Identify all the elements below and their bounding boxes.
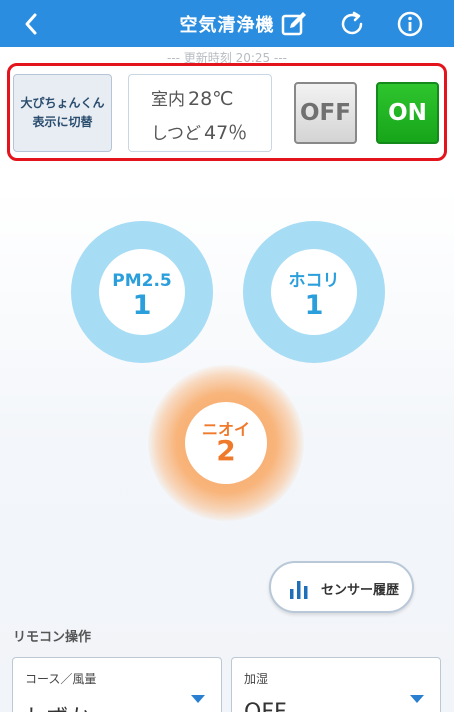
room-temperature: 室内 28℃ <box>151 85 234 110</box>
humidify-value: OFF <box>244 700 287 712</box>
room-humidity: しつど 47％ <box>151 118 247 145</box>
dust-label: ホコリ <box>288 271 340 291</box>
pm25-sensor: PM2.5 1 <box>71 221 213 363</box>
odor-value: 2 <box>216 434 236 467</box>
power-off-button[interactable]: OFF <box>294 82 357 144</box>
humidity-value: 47％ <box>203 122 248 144</box>
refresh-icon[interactable] <box>337 9 367 39</box>
chevron-down-icon <box>410 695 424 703</box>
environment-box: 室内 28℃ しつど 47％ <box>128 74 272 152</box>
info-icon[interactable] <box>395 9 425 39</box>
app-header: 空気清浄機 <box>0 0 454 47</box>
chevron-down-icon <box>191 695 205 703</box>
power-off-label: OFF <box>300 100 351 126</box>
switch-display-button[interactable]: 大ぴちょんくん表示に切替 <box>13 74 112 152</box>
edit-icon[interactable] <box>279 9 309 39</box>
sensor-history-label: センサー履歴 <box>321 583 400 598</box>
room-temp-value: 28℃ <box>188 88 234 110</box>
sensor-history-button[interactable]: センサー履歴 <box>269 561 414 613</box>
humidify-select[interactable]: 加湿 OFF <box>231 657 441 712</box>
power-on-label: ON <box>388 100 427 126</box>
pm25-label: PM2.5 <box>112 271 172 291</box>
humidity-label: しつど <box>151 124 201 144</box>
course-value: しずか <box>25 700 91 712</box>
switch-display-label: 大ぴちょんくん表示に切替 <box>20 96 105 129</box>
room-label: 室内 <box>151 90 185 110</box>
update-time: --- 更新時刻 20:25 --- <box>166 51 287 63</box>
course-select[interactable]: コース／風量 しずか <box>12 657 222 712</box>
dust-value: 1 <box>304 290 324 321</box>
bar-chart-icon <box>290 581 308 599</box>
power-on-button[interactable]: ON <box>376 82 439 144</box>
pm25-value: 1 <box>132 290 152 321</box>
dust-sensor: ホコリ 1 <box>243 221 385 363</box>
course-caption: コース／風量 <box>25 672 97 686</box>
remote-section-title: リモコン操作 <box>13 630 92 645</box>
page-title: 空気清浄機 <box>179 15 275 36</box>
humidify-caption: 加湿 <box>244 672 269 686</box>
